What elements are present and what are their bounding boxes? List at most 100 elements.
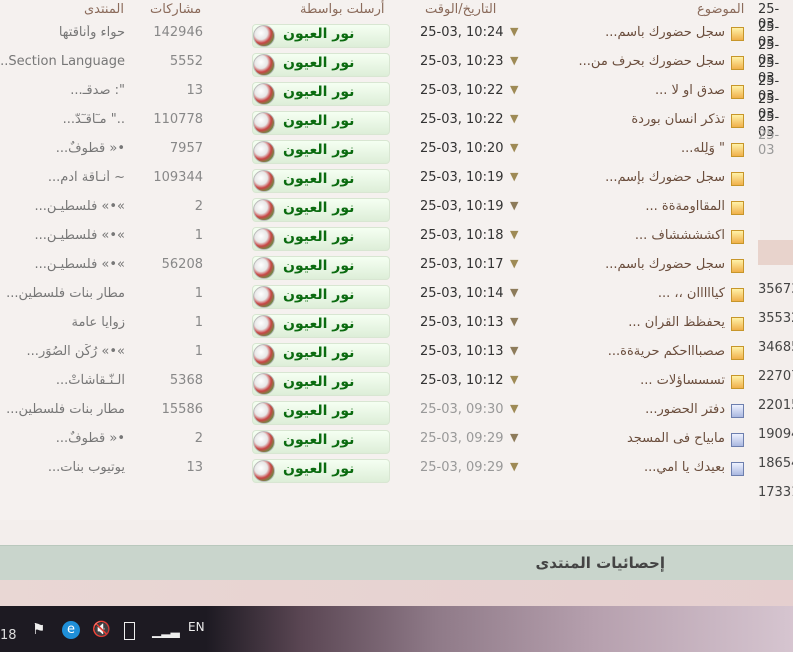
go-to-last-post-icon[interactable]: ▼ bbox=[510, 431, 518, 444]
forum-link[interactable]: »•» فلسطيـن... bbox=[0, 257, 125, 272]
folder-icon bbox=[731, 143, 744, 157]
poster-badge[interactable]: نور العيون bbox=[252, 430, 390, 454]
go-to-last-post-icon[interactable]: ▼ bbox=[510, 141, 518, 154]
forum-link[interactable]: زوايا عامة bbox=[0, 315, 125, 330]
topic-link[interactable]: صدق او لا ... bbox=[525, 83, 725, 98]
poster-name[interactable]: نور العيون bbox=[283, 113, 354, 129]
go-to-last-post-icon[interactable]: ▼ bbox=[510, 54, 518, 67]
poster-name[interactable]: نور العيون bbox=[283, 142, 354, 158]
forum-link[interactable]: •« قطوفٌ... bbox=[0, 141, 125, 156]
topic-link[interactable]: " وَلِلّه... bbox=[525, 141, 725, 156]
go-to-last-post-icon[interactable]: ▼ bbox=[510, 344, 518, 357]
posts-count: 110778 bbox=[153, 112, 203, 127]
go-to-last-post-icon[interactable]: ▼ bbox=[510, 83, 518, 96]
forum-link[interactable]: .." مـٓاقـٓدّ... bbox=[0, 112, 125, 127]
poster-badge[interactable]: نور العيون bbox=[252, 24, 390, 48]
poster-name[interactable]: نور العيون bbox=[283, 403, 354, 419]
topic-link[interactable]: تسسساؤلات ... bbox=[525, 373, 725, 388]
forum-link[interactable]: »•» فلسطيـن... bbox=[0, 199, 125, 214]
forum-link[interactable]: ": صدقـ... bbox=[0, 83, 125, 98]
signal-icon[interactable]: ▁▂▃ bbox=[152, 624, 180, 638]
go-to-last-post-icon[interactable]: ▼ bbox=[510, 112, 518, 125]
poster-badge[interactable]: نور العيون bbox=[252, 459, 390, 483]
topic-row: آلـنّـقآشآتْ... 5368 نور العيون 25-03, 10:1… bbox=[0, 368, 760, 397]
topic-link[interactable]: صصباااحكم حرية‌ةة... bbox=[525, 344, 725, 359]
poster-badge[interactable]: نور العيون bbox=[252, 53, 390, 77]
poster-badge[interactable]: نور العيون bbox=[252, 169, 390, 193]
topic-link[interactable]: تذكر انسان بوردة bbox=[525, 112, 725, 127]
forum-link[interactable]: »•» فلسطيـن... bbox=[0, 228, 125, 243]
go-to-last-post-icon[interactable]: ▼ bbox=[510, 228, 518, 241]
poster-badge[interactable]: نور العيون bbox=[252, 343, 390, 367]
go-to-last-post-icon[interactable]: ▼ bbox=[510, 460, 518, 473]
volume-muted-icon[interactable]: 🔇 bbox=[92, 620, 111, 638]
battery-icon[interactable] bbox=[124, 622, 135, 640]
forum-link[interactable]: يوتيوب بنات... bbox=[0, 460, 125, 475]
go-to-last-post-icon[interactable]: ▼ bbox=[510, 315, 518, 328]
poster-name[interactable]: نور العيون bbox=[283, 432, 354, 448]
go-to-last-post-icon[interactable]: ▼ bbox=[510, 402, 518, 415]
post-datetime: 25-03, 10:13 bbox=[420, 315, 504, 330]
topic-link[interactable]: بعيدك يا امي... bbox=[525, 460, 725, 475]
poster-name[interactable]: نور العيون bbox=[283, 200, 354, 216]
poster-name[interactable]: نور العيون bbox=[283, 258, 354, 274]
topic-link[interactable]: سجل حضورك باسم... bbox=[525, 257, 725, 272]
edge-browser-icon[interactable]: e bbox=[62, 621, 80, 639]
avatar-flag-icon bbox=[253, 112, 275, 134]
go-to-last-post-icon[interactable]: ▼ bbox=[510, 25, 518, 38]
forum-link[interactable]: مطار بنات فلسطين... bbox=[0, 286, 125, 301]
topic-link[interactable]: سجل حضورك بإسم... bbox=[525, 170, 725, 185]
go-to-last-post-icon[interactable]: ▼ bbox=[510, 257, 518, 270]
poster-badge[interactable]: نور العيون bbox=[252, 111, 390, 135]
poster-name[interactable]: نور العيون bbox=[283, 84, 354, 100]
topic-link[interactable]: اكششششاف ... bbox=[525, 228, 725, 243]
input-language-indicator[interactable]: EN bbox=[188, 620, 205, 634]
poster-badge[interactable]: نور العيون bbox=[252, 198, 390, 222]
forum-link[interactable]: مطار بنات فلسطين... bbox=[0, 402, 125, 417]
poster-badge[interactable]: نور العيون bbox=[252, 314, 390, 338]
clock-fragment[interactable]: 18 bbox=[0, 628, 17, 643]
poster-name[interactable]: نور العيون bbox=[283, 374, 354, 390]
go-to-last-post-icon[interactable]: ▼ bbox=[510, 170, 518, 183]
poster-name[interactable]: نور العيون bbox=[283, 55, 354, 71]
poster-badge[interactable]: نور العيون bbox=[252, 227, 390, 251]
go-to-last-post-icon[interactable]: ▼ bbox=[510, 286, 518, 299]
forum-link[interactable]: •« قطوفٌ... bbox=[0, 431, 125, 446]
poster-name[interactable]: نور العيون bbox=[283, 229, 354, 245]
topic-link[interactable]: سجل حضورك بحرف من... bbox=[525, 54, 725, 69]
forum-link[interactable]: »•» رُكْنٍ الصُوَر... bbox=[0, 344, 125, 359]
poster-name[interactable]: نور العيون bbox=[283, 26, 354, 42]
topic-link[interactable]: يحفظظ القرآن ... bbox=[525, 315, 725, 330]
poster-name[interactable]: نور العيون bbox=[283, 287, 354, 303]
poster-name[interactable]: نور العيون bbox=[283, 316, 354, 332]
flag-icon[interactable]: ⚑ bbox=[32, 620, 45, 638]
go-to-last-post-icon[interactable]: ▼ bbox=[510, 373, 518, 386]
forum-link[interactable]: حواء وأناقتها bbox=[0, 25, 125, 40]
topic-link[interactable]: سجل حضورك بأسم... bbox=[525, 25, 725, 40]
topic-link[interactable]: مابياح فى المسجد bbox=[525, 431, 725, 446]
go-to-last-post-icon[interactable]: ▼ bbox=[510, 199, 518, 212]
right-number: 35673 bbox=[758, 282, 793, 297]
poster-badge[interactable]: نور العيون bbox=[252, 82, 390, 106]
poster-badge[interactable]: نور العيون bbox=[252, 401, 390, 425]
document-icon bbox=[731, 462, 744, 476]
posts-count: 109344 bbox=[153, 170, 203, 185]
post-datetime: 25-03, 10:18 bbox=[420, 228, 504, 243]
forum-link[interactable]: Section Language... bbox=[0, 54, 125, 69]
topic-link[interactable]: دفتر الحضور... bbox=[525, 402, 725, 417]
poster-badge[interactable]: نور العيون bbox=[252, 285, 390, 309]
poster-name[interactable]: نور العيون bbox=[283, 345, 354, 361]
poster-badge[interactable]: نور العيون bbox=[252, 140, 390, 164]
poster-badge[interactable]: نور العيون bbox=[252, 256, 390, 280]
poster-badge[interactable]: نور العيون bbox=[252, 372, 390, 396]
header-sent-by: أرسلت بواسطة bbox=[300, 2, 385, 17]
avatar-flag-icon bbox=[253, 460, 275, 482]
forum-stats-title[interactable]: إحصائيات المنتدى bbox=[535, 554, 665, 572]
topic-link[interactable]: كيااااان ،، ... bbox=[525, 286, 725, 301]
topic-link[interactable]: المقاا‌ومةةة ... bbox=[525, 199, 725, 214]
poster-name[interactable]: نور العيون bbox=[283, 171, 354, 187]
forum-link[interactable]: آلـنّـقآشآتْ... bbox=[0, 373, 125, 388]
posts-count: 2 bbox=[194, 431, 203, 446]
poster-name[interactable]: نور العيون bbox=[283, 461, 354, 477]
forum-link[interactable]: ~ أنـاقة آدم... bbox=[0, 170, 125, 185]
